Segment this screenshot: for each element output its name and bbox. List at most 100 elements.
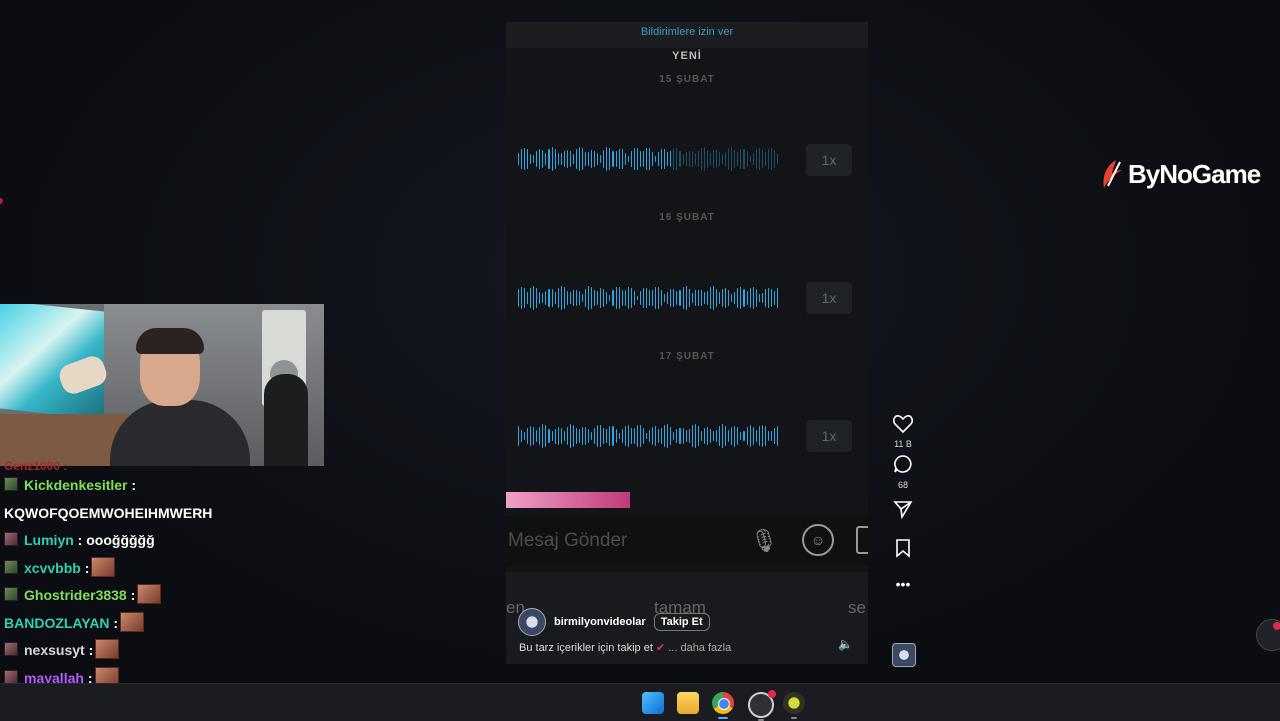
chat-overlay: Genz1000 : Kickdenkesitler : KQWOFQOEMWOH… bbox=[0, 460, 330, 720]
waveform-bar bbox=[658, 286, 660, 310]
waveform-bar bbox=[585, 151, 587, 167]
playback-speed-button[interactable]: 1x bbox=[806, 420, 852, 452]
waveform-bar bbox=[676, 428, 678, 444]
waveform-bar bbox=[694, 152, 696, 165]
chat-username[interactable]: Lumiyn bbox=[24, 532, 74, 548]
waveform-bar bbox=[716, 149, 718, 169]
waveform-bar bbox=[615, 151, 617, 167]
waveform-bar bbox=[539, 426, 541, 446]
waveform-bar bbox=[606, 147, 608, 171]
chat-username[interactable]: BANDOZLAYAN bbox=[4, 615, 110, 631]
waveform-bar bbox=[658, 152, 660, 166]
waveform-bar bbox=[716, 429, 718, 443]
waveform-bar bbox=[542, 424, 544, 448]
more-button[interactable]: ••• bbox=[888, 573, 918, 595]
waveform-bar bbox=[761, 293, 763, 303]
waveform-bar bbox=[572, 289, 574, 307]
waveform-bar bbox=[518, 153, 520, 165]
volume-icon[interactable]: 🔈 bbox=[838, 637, 853, 651]
waveform-bar bbox=[679, 290, 681, 306]
waveform-bar bbox=[691, 292, 693, 304]
waveform-bar bbox=[755, 429, 757, 443]
waveform-bar bbox=[734, 149, 736, 169]
waveform-bar bbox=[676, 291, 678, 305]
webcam-overlay bbox=[0, 304, 324, 466]
date-label: 16 ŞUBAT bbox=[659, 212, 715, 223]
chat-badge-icon bbox=[4, 669, 18, 684]
waveform-bar bbox=[755, 289, 757, 307]
chat-separator: : bbox=[84, 642, 94, 658]
waveform-bar bbox=[706, 149, 708, 169]
playback-speed-button[interactable]: 1x bbox=[806, 144, 852, 176]
message-input[interactable]: Mesaj Gönder bbox=[508, 530, 627, 552]
app-icon[interactable] bbox=[783, 692, 805, 719]
reel-video[interactable]: Bildirimlere izin ver YENİ 15 ŞUBAT 1x 1… bbox=[506, 22, 868, 664]
microphone-icon[interactable]: 🎙 bbox=[750, 528, 778, 554]
waveform-bar bbox=[545, 290, 547, 306]
chat-username[interactable]: Ghostrider3838 bbox=[24, 587, 127, 603]
waveform-bar bbox=[697, 426, 699, 446]
caption-more-link[interactable]: ... daha fazla bbox=[668, 642, 731, 654]
waveform-bar bbox=[670, 426, 672, 446]
waveform-bar bbox=[615, 286, 617, 310]
waveform-bar bbox=[655, 286, 657, 310]
follow-button[interactable]: Takip Et bbox=[653, 613, 710, 631]
windows-start-icon[interactable] bbox=[642, 692, 664, 714]
waveform-bar bbox=[609, 294, 611, 302]
waveform-bar bbox=[542, 150, 544, 168]
voice-message-waveform[interactable] bbox=[518, 283, 779, 313]
chat-message-text: oooğğğğğ bbox=[82, 532, 155, 548]
waveform-bar bbox=[588, 152, 590, 166]
chat-username[interactable]: Kickdenkesitler bbox=[24, 477, 128, 493]
waveform-bar bbox=[536, 429, 538, 443]
comment-button[interactable]: 68 bbox=[888, 454, 918, 491]
author-avatar[interactable] bbox=[518, 608, 546, 636]
waveform-bar bbox=[636, 148, 638, 170]
emoji-icon[interactable]: ☺ bbox=[802, 524, 834, 556]
waveform-bar bbox=[746, 151, 748, 167]
waveform-bar bbox=[563, 287, 565, 309]
sticker-icon[interactable] bbox=[856, 526, 868, 554]
share-icon bbox=[893, 501, 913, 520]
waveform-bar bbox=[624, 290, 626, 306]
like-button[interactable]: 11 B bbox=[888, 415, 918, 450]
waveform-bar bbox=[709, 153, 711, 165]
obs-icon[interactable] bbox=[748, 690, 776, 721]
waveform-bar bbox=[530, 153, 532, 165]
chat-username[interactable]: nexsusyt bbox=[24, 642, 85, 658]
waveform-bar bbox=[700, 290, 702, 306]
audio-avatar[interactable] bbox=[892, 643, 916, 667]
chat-message: nexsusyt : bbox=[0, 637, 330, 665]
waveform-bar bbox=[612, 426, 614, 446]
chat-message: BANDOZLAYAN : bbox=[0, 610, 330, 638]
heart-icon bbox=[892, 415, 914, 434]
reel-author: birmilyonvideolar Takip Et bbox=[518, 608, 710, 636]
voice-message-waveform[interactable] bbox=[518, 144, 779, 174]
bookmark-button[interactable] bbox=[888, 538, 918, 563]
waveform-bar bbox=[597, 152, 599, 166]
waveform-bar bbox=[700, 430, 702, 442]
waveform-bar bbox=[615, 429, 617, 443]
chrome-icon[interactable] bbox=[712, 692, 734, 719]
author-name[interactable]: birmilyonvideolar bbox=[554, 616, 646, 628]
waveform-bar bbox=[773, 427, 775, 445]
chat-username[interactable]: xcvvbbb bbox=[24, 560, 81, 576]
suggestion[interactable]: se bbox=[848, 598, 866, 618]
waveform-bar bbox=[722, 424, 724, 448]
waveform-bar bbox=[697, 289, 699, 307]
waveform-bar bbox=[606, 428, 608, 444]
playback-speed-button[interactable]: 1x bbox=[806, 282, 852, 314]
share-button[interactable] bbox=[888, 499, 918, 524]
waveform-bar bbox=[569, 291, 571, 305]
voice-message-waveform[interactable] bbox=[518, 421, 779, 451]
filter-button[interactable] bbox=[1256, 619, 1280, 651]
waveform-bar bbox=[621, 290, 623, 306]
waveform-bar bbox=[725, 151, 727, 167]
waveform-bar bbox=[655, 155, 657, 163]
waveform-bar bbox=[645, 432, 648, 440]
waveform-bar bbox=[652, 289, 654, 307]
waveform-bar bbox=[527, 428, 529, 444]
file-explorer-icon[interactable] bbox=[677, 692, 699, 714]
waveform-bar bbox=[575, 289, 577, 307]
waveform-bar bbox=[606, 292, 608, 304]
